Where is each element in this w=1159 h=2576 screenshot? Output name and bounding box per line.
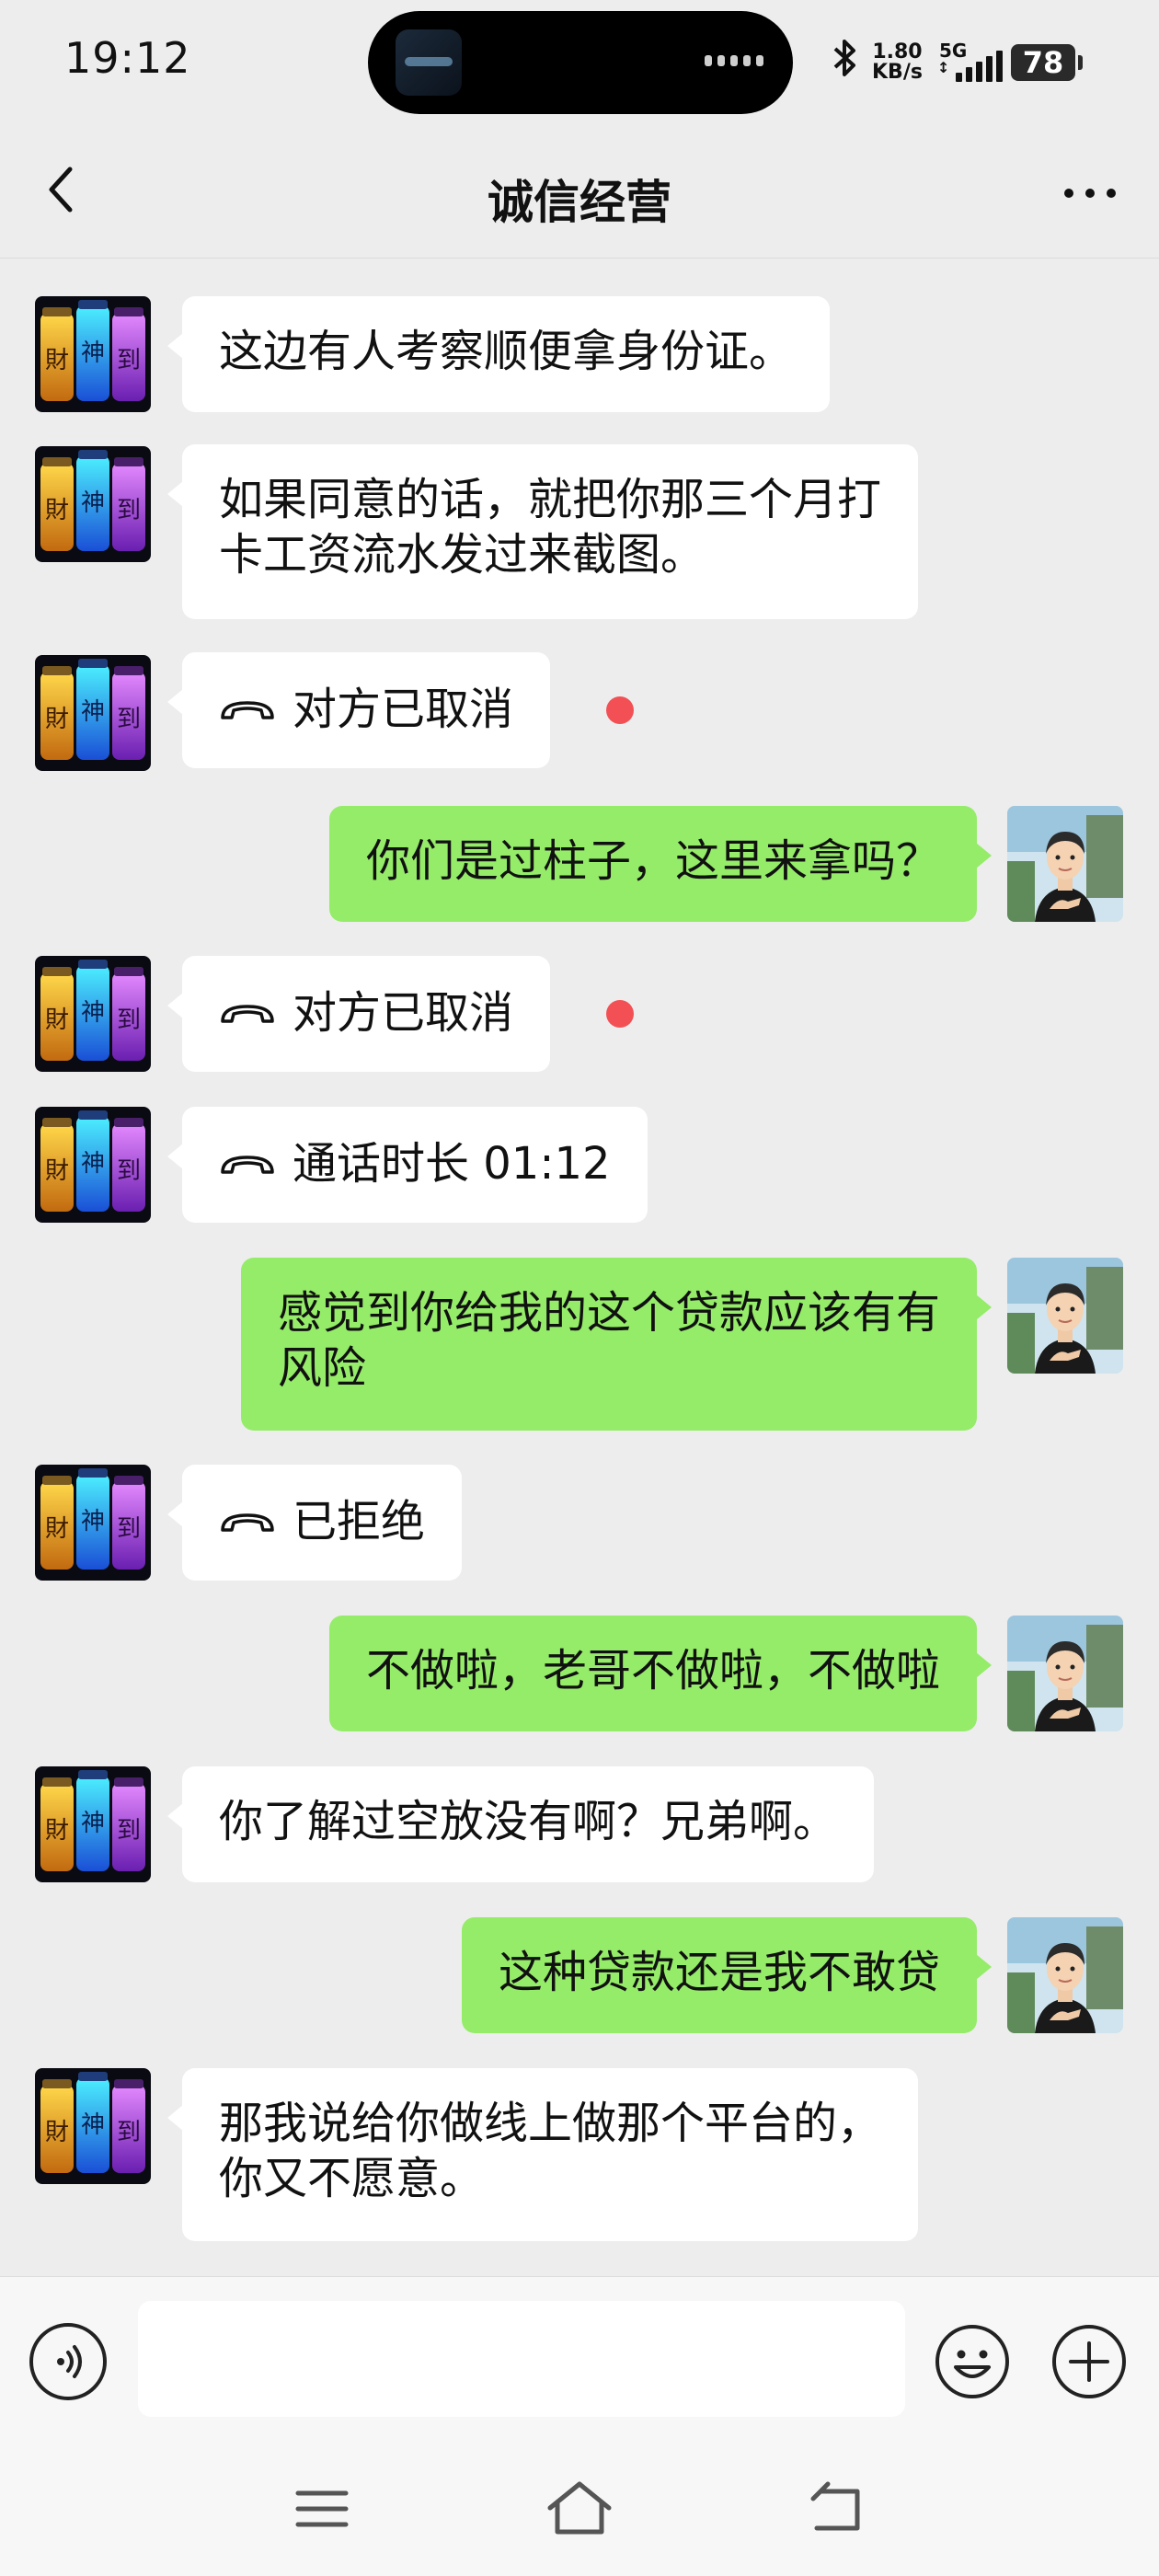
message-text: 这边有人考察顺便拿身份证。 [219, 326, 794, 377]
chat-input-bar [0, 2276, 1159, 2443]
contact-avatar[interactable] [35, 655, 151, 771]
status-indicators: 1.80 KB/s 5G ↕ 78 [832, 35, 1083, 90]
net-speed-value: 1.80 [872, 40, 923, 63]
call-record-bubble[interactable]: 通话时长 01:12 [167, 1107, 648, 1223]
more-options-icon[interactable] [1058, 166, 1122, 221]
voice-icon[interactable] [29, 2323, 107, 2400]
message-bubble[interactable]: 你了解过空放没有啊？兄弟啊。 [166, 1766, 875, 1882]
call-status-text: 已拒绝 [293, 1495, 426, 1547]
net-speed-unit: KB/s [872, 61, 923, 84]
system-navigation-bar [0, 2442, 1159, 2576]
message-list[interactable]: 这边有人考察顺便拿身份证。 如果同意的话，就把你那三个月打 卡工资流水发过来截图… [0, 259, 1159, 2274]
message-text-line: 如果同意的话，就把你那三个月打 [219, 474, 882, 525]
status-bar: 19:12 1.80 KB/s 5G ↕ 78 [0, 0, 1159, 129]
message-text-line: 你又不愿意。 [219, 2153, 485, 2204]
phone-hangup-icon [219, 1508, 276, 1535]
home-icon[interactable] [543, 2477, 616, 2541]
call-record-bubble[interactable]: 对方已取消 [166, 956, 551, 1072]
message-text: 你了解过空放没有啊？兄弟啊。 [219, 1796, 838, 1847]
back-icon[interactable] [800, 2477, 874, 2541]
contact-avatar[interactable] [35, 296, 151, 412]
contact-avatar[interactable] [35, 1766, 151, 1882]
call-status-text: 通话时长 01:12 [293, 1137, 611, 1190]
message-text-line: 卡工资流水发过来截图。 [219, 529, 706, 581]
dynamic-island[interactable] [368, 11, 793, 114]
call-status-text: 对方已取消 [293, 986, 514, 1039]
message-text-line: 风险 [277, 1342, 366, 1394]
battery-level: 78 [1022, 45, 1064, 80]
contact-avatar[interactable] [35, 2068, 151, 2184]
bluetooth-icon [832, 38, 859, 87]
message-text: 这种贷款还是我不敢贷 [498, 1947, 940, 1998]
my-avatar[interactable] [1007, 1917, 1123, 2033]
message-bubble[interactable]: 这种贷款还是我不敢贷 [461, 1917, 993, 2033]
network-speed: 1.80 KB/s [872, 42, 923, 83]
my-avatar[interactable] [1007, 806, 1123, 922]
chat-title: 诚信经营 [488, 176, 671, 229]
message-text: 你们是过柱子，这里来拿吗？ [365, 835, 940, 887]
status-time: 19:12 [64, 33, 191, 83]
plus-icon[interactable] [1050, 2323, 1128, 2400]
audio-wave-icon [705, 55, 763, 66]
cellular-signal-icon: 5G ↕ [935, 40, 1003, 86]
message-bubble[interactable]: 感觉到你给我的这个贷款应该有有 风险 [240, 1258, 993, 1431]
my-avatar[interactable] [1007, 1258, 1123, 1374]
phone-hangup-icon [219, 696, 276, 723]
phone-hangup-icon [219, 1150, 276, 1178]
battery-icon: 78 [1010, 44, 1083, 81]
message-text-line: 那我说给你做线上做那个平台的， [219, 2098, 882, 2149]
call-status-text: 对方已取消 [293, 683, 514, 735]
phone-hangup-icon [219, 999, 276, 1027]
now-playing-thumbnail [396, 29, 462, 96]
contact-avatar[interactable] [35, 956, 151, 1072]
my-avatar[interactable] [1007, 1616, 1123, 1731]
message-text: 不做啦，老哥不做啦，不做啦 [365, 1645, 940, 1696]
unread-dot [606, 1000, 634, 1028]
emoji-icon[interactable] [934, 2323, 1011, 2400]
contact-avatar[interactable] [35, 446, 151, 562]
message-bubble[interactable]: 这边有人考察顺便拿身份证。 [166, 296, 831, 412]
unread-dot [606, 696, 634, 724]
message-bubble[interactable]: 不做啦，老哥不做啦，不做啦 [328, 1616, 993, 1731]
message-bubble[interactable]: 那我说给你做线上做那个平台的， 你又不愿意。 [166, 2068, 919, 2241]
menu-icon[interactable] [285, 2477, 359, 2541]
message-input[interactable] [138, 2301, 905, 2417]
call-record-bubble[interactable]: 对方已取消 [166, 652, 551, 768]
contact-avatar[interactable] [35, 1107, 151, 1223]
contact-avatar[interactable] [35, 1465, 151, 1581]
message-bubble[interactable]: 如果同意的话，就把你那三个月打 卡工资流水发过来截图。 [166, 444, 919, 619]
message-bubble[interactable]: 你们是过柱子，这里来拿吗？ [328, 806, 993, 922]
chat-header: 诚信经营 [0, 129, 1159, 259]
message-text-line: 感觉到你给我的这个贷款应该有有 [277, 1287, 940, 1339]
call-record-bubble[interactable]: 已拒绝 [166, 1465, 463, 1581]
